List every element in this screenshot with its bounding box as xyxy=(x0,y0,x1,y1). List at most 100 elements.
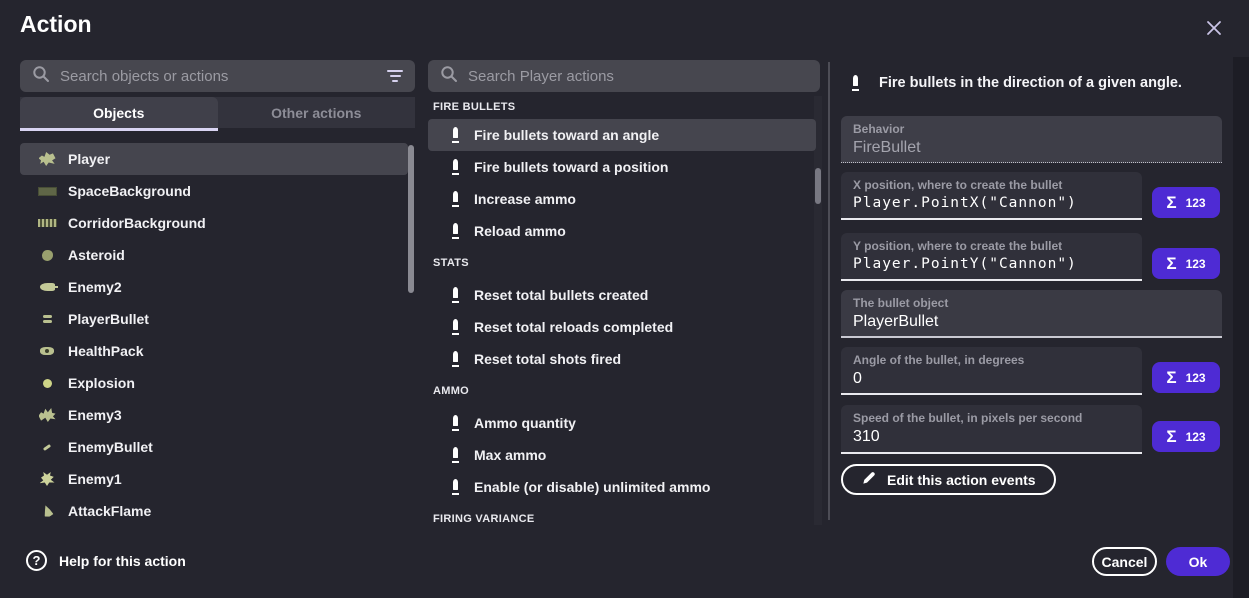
actions-search-input[interactable] xyxy=(468,68,808,85)
ok-button[interactable]: Ok xyxy=(1166,547,1230,576)
bullet-object-field-label: The bullet object xyxy=(853,296,1210,310)
object-row-enemybullet[interactable]: EnemyBullet xyxy=(20,431,408,463)
speed-field-value: 310 xyxy=(853,428,1130,446)
tab-other-actions[interactable]: Other actions xyxy=(218,97,416,128)
sigma-icon: Σ xyxy=(1166,255,1176,272)
left-tabbar: Objects Other actions xyxy=(20,97,415,128)
action-row-reset-reloads-completed[interactable]: Reset total reloads completed xyxy=(428,311,816,343)
edit-action-events-button[interactable]: Edit this action events xyxy=(841,464,1056,495)
objects-list-scrollbar[interactable] xyxy=(408,145,414,293)
object-label: Explosion xyxy=(68,375,135,391)
sigma-123-label: 123 xyxy=(1186,371,1206,385)
action-row-increase-ammo[interactable]: Increase ammo xyxy=(428,183,816,215)
action-label: Fire bullets toward a position xyxy=(474,159,668,175)
action-label: Reload ammo xyxy=(474,223,566,239)
behavior-field-value: FireBullet xyxy=(853,139,1210,157)
x-position-field-label: X position, where to create the bullet xyxy=(853,178,1130,192)
bullet-icon xyxy=(452,191,459,207)
action-label: Reset total bullets created xyxy=(474,287,648,303)
angle-field[interactable]: Angle of the bullet, in degrees 0 xyxy=(841,347,1142,395)
x-position-expression-button[interactable]: Σ 123 xyxy=(1152,187,1220,218)
bullet-icon xyxy=(452,415,459,431)
x-position-field[interactable]: X position, where to create the bullet P… xyxy=(841,172,1142,220)
action-row-ammo-quantity[interactable]: Ammo quantity xyxy=(428,407,816,439)
action-row-unlimited-ammo[interactable]: Enable (or disable) unlimited ammo xyxy=(428,471,816,503)
group-header-ammo: AMMO xyxy=(433,375,813,407)
action-label: Max ammo xyxy=(474,447,546,463)
object-row-spacebackground[interactable]: SpaceBackground xyxy=(20,175,408,207)
speed-field-label: Speed of the bullet, in pixels per secon… xyxy=(853,411,1130,425)
bullet-icon xyxy=(852,75,859,91)
object-row-enemy3[interactable]: Enemy3 xyxy=(20,399,408,431)
enemy1-sprite-icon xyxy=(36,470,58,488)
action-row-fire-position[interactable]: Fire bullets toward a position xyxy=(428,151,816,183)
angle-field-value: 0 xyxy=(853,370,1130,388)
object-row-healthpack[interactable]: HealthPack xyxy=(20,335,408,367)
bullet-object-field[interactable]: The bullet object PlayerBullet xyxy=(841,290,1222,338)
speed-field[interactable]: Speed of the bullet, in pixels per secon… xyxy=(841,405,1142,454)
sigma-icon: Σ xyxy=(1166,369,1176,386)
group-header-fire-bullets: FIRE BULLETS xyxy=(433,94,813,119)
action-row-reset-shots-fired[interactable]: Reset total shots fired xyxy=(428,343,816,375)
object-row-asteroid[interactable]: Asteroid xyxy=(20,239,408,271)
object-label: Enemy3 xyxy=(68,407,122,423)
enemy3-sprite-icon xyxy=(36,406,58,424)
bullet-icon xyxy=(452,159,459,175)
object-row-enemy2[interactable]: Enemy2 xyxy=(20,271,408,303)
speed-expression-button[interactable]: Σ 123 xyxy=(1152,421,1220,452)
sigma-123-label: 123 xyxy=(1186,196,1206,210)
health-pack-sprite-icon xyxy=(36,342,58,360)
objects-search-input[interactable] xyxy=(60,68,377,85)
object-label: Asteroid xyxy=(68,247,125,263)
action-description: Fire bullets in the direction of a given… xyxy=(852,72,1182,94)
object-label: EnemyBullet xyxy=(68,439,153,455)
bullet-icon xyxy=(452,319,459,335)
object-label: CorridorBackground xyxy=(68,215,206,231)
tab-other-actions-label: Other actions xyxy=(271,105,361,121)
action-row-reset-bullets-created[interactable]: Reset total bullets created xyxy=(428,279,816,311)
help-link[interactable]: ? Help for this action xyxy=(26,550,186,571)
bullet-icon xyxy=(452,447,459,463)
object-row-player[interactable]: Player xyxy=(20,143,408,175)
close-icon[interactable] xyxy=(1201,15,1227,41)
cancel-button[interactable]: Cancel xyxy=(1092,547,1157,576)
bullet-icon xyxy=(452,287,459,303)
object-row-explosion[interactable]: Explosion xyxy=(20,367,408,399)
action-label: Reset total shots fired xyxy=(474,351,621,367)
corridor-background-sprite-icon xyxy=(36,214,58,232)
object-label: Player xyxy=(68,151,110,167)
object-row-corridorbackground[interactable]: CorridorBackground xyxy=(20,207,408,239)
action-row-reload-ammo[interactable]: Reload ammo xyxy=(428,215,816,247)
help-link-label: Help for this action xyxy=(59,553,186,569)
page-title: Action xyxy=(20,11,92,38)
actions-list-scrollbar[interactable] xyxy=(815,168,821,204)
angle-expression-button[interactable]: Σ 123 xyxy=(1152,362,1220,393)
bullet-object-field-value: PlayerBullet xyxy=(853,313,1210,331)
attack-flame-sprite-icon xyxy=(36,502,58,520)
player-bullet-sprite-icon xyxy=(36,310,58,328)
y-position-expression-button[interactable]: Σ 123 xyxy=(1152,248,1220,279)
bullet-icon xyxy=(452,127,459,143)
sigma-icon: Σ xyxy=(1166,428,1176,445)
objects-search-bar[interactable] xyxy=(20,60,415,92)
object-row-attackflame[interactable]: AttackFlame xyxy=(20,495,408,527)
object-row-enemy1[interactable]: Enemy1 xyxy=(20,463,408,495)
object-label: Enemy1 xyxy=(68,471,122,487)
object-label: PlayerBullet xyxy=(68,311,149,327)
action-row-max-ammo[interactable]: Max ammo xyxy=(428,439,816,471)
enemy2-sprite-icon xyxy=(36,278,58,296)
action-label: Enable (or disable) unlimited ammo xyxy=(474,479,710,495)
bullet-icon xyxy=(452,223,459,239)
behavior-field-label: Behavior xyxy=(853,122,1210,136)
action-label: Reset total reloads completed xyxy=(474,319,673,335)
action-label: Fire bullets toward an angle xyxy=(474,127,659,143)
object-row-playerbullet[interactable]: PlayerBullet xyxy=(20,303,408,335)
action-row-fire-angle[interactable]: Fire bullets toward an angle xyxy=(428,119,816,151)
sigma-icon: Σ xyxy=(1166,194,1176,211)
tab-objects[interactable]: Objects xyxy=(20,97,218,128)
action-label: Increase ammo xyxy=(474,191,576,207)
y-position-field[interactable]: Y position, where to create the bullet P… xyxy=(841,233,1142,281)
bullet-icon xyxy=(452,351,459,367)
filter-icon[interactable] xyxy=(387,70,403,82)
actions-search-bar[interactable] xyxy=(428,60,820,92)
